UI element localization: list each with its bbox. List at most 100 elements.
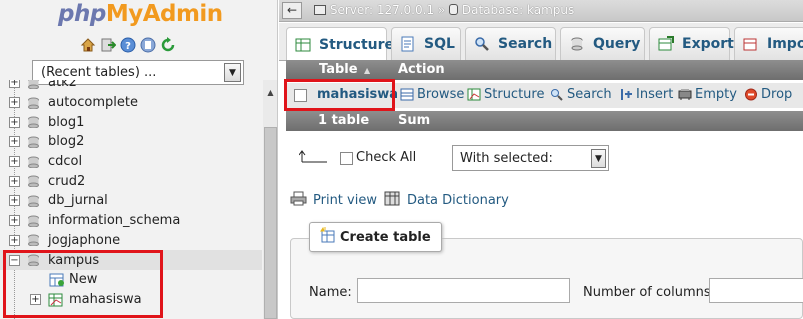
expand-icon[interactable]: + xyxy=(9,156,20,168)
tab-search[interactable]: Search xyxy=(465,27,556,60)
expand-icon[interactable]: + xyxy=(9,80,20,89)
database-icon xyxy=(27,215,40,228)
expand-icon[interactable]: + xyxy=(9,116,20,128)
db-item-information-schema[interactable]: + information_schema xyxy=(0,211,262,231)
tab-sql-label: SQL xyxy=(424,36,455,52)
expand-icon[interactable]: + xyxy=(9,97,20,109)
expand-icon[interactable]: + xyxy=(9,136,20,148)
expand-icon[interactable]: + xyxy=(9,234,20,246)
data-dictionary-link[interactable]: Data Dictionary xyxy=(384,191,509,210)
scroll-thumb[interactable] xyxy=(264,127,277,319)
print-view-link[interactable]: Print view xyxy=(290,191,377,210)
drop-icon xyxy=(744,88,758,101)
breadcrumb-database[interactable]: Database: kampus xyxy=(462,3,574,17)
sql-icon xyxy=(400,36,416,52)
sort-asc-icon[interactable]: ▲ xyxy=(364,66,370,75)
browse-icon xyxy=(400,88,414,101)
insert-label: Insert xyxy=(636,87,674,102)
search-icon xyxy=(550,88,564,101)
tab-search-label: Search xyxy=(498,36,553,52)
insert-icon xyxy=(619,88,633,101)
new-table-icon xyxy=(320,226,336,247)
column-count-input[interactable] xyxy=(709,278,803,303)
tab-export-label: Export xyxy=(682,36,734,52)
help-icon[interactable]: ? xyxy=(120,37,136,53)
tree-scrollbar[interactable]: ▲ xyxy=(263,80,277,319)
breadcrumb: ← Server: 127.0.0.1 » Database: kampus xyxy=(279,0,803,22)
empty-icon xyxy=(678,88,692,101)
scroll-up-icon[interactable]: ▲ xyxy=(263,85,277,99)
arrow-ltr-icon xyxy=(298,149,327,163)
phpmyadmin-logo[interactable]: phpMyAdmin xyxy=(58,1,223,27)
exit-icon[interactable] xyxy=(100,37,116,53)
db-label: crud2 xyxy=(48,173,86,189)
with-selected-value: With selected: xyxy=(460,151,553,166)
db-item-cdcol[interactable]: + cdcol xyxy=(0,152,262,172)
check-all-label[interactable]: Check All xyxy=(356,150,416,165)
db-item-jogjaphone[interactable]: + jogjaphone xyxy=(0,231,262,251)
browse-action[interactable]: Browse xyxy=(400,87,464,102)
db-label: atk2 xyxy=(48,80,77,91)
tab-structure-label: Structure xyxy=(319,36,395,53)
database-icon xyxy=(27,97,40,110)
db-label: blog2 xyxy=(48,134,85,150)
table-count: 1 table xyxy=(318,113,370,128)
breadcrumb-server[interactable]: Server: 127.0.0.1 xyxy=(330,3,434,17)
print-view-label: Print view xyxy=(313,193,377,208)
logo-part-php: php xyxy=(58,1,106,27)
drop-action[interactable]: Drop xyxy=(744,87,792,102)
import-icon xyxy=(743,36,759,52)
table-footer-row: 1 table Sum xyxy=(286,111,803,131)
tab-structure[interactable]: Structure xyxy=(286,27,394,61)
tab-query[interactable]: Query xyxy=(560,27,645,60)
printer-icon xyxy=(290,191,307,210)
database-icon xyxy=(27,175,40,188)
tab-export[interactable]: Export xyxy=(649,27,734,60)
header-table[interactable]: Table xyxy=(319,62,358,77)
highlight-box-mahasiswa xyxy=(284,79,395,111)
db-item-blog2[interactable]: + blog2 xyxy=(0,132,262,152)
breadcrumb-separator: » xyxy=(437,3,446,17)
search-action[interactable]: Search xyxy=(550,87,612,102)
main-panel: ← Server: 127.0.0.1 » Database: kampus S… xyxy=(279,0,803,319)
logo-part-myadmin: MyAdmin xyxy=(105,1,223,27)
breadcrumb-text: Server: 127.0.0.1 » Database: kampus xyxy=(314,3,574,17)
empty-label: Empty xyxy=(695,87,737,102)
server-icon xyxy=(314,5,326,15)
expand-icon[interactable]: + xyxy=(9,195,20,207)
export-icon xyxy=(658,36,674,52)
chevron-down-icon[interactable]: ▼ xyxy=(591,149,606,168)
tab-sql[interactable]: SQL xyxy=(391,27,461,60)
db-item-db-jurnal[interactable]: + db_jurnal xyxy=(0,191,262,211)
expand-icon[interactable]: + xyxy=(9,175,20,187)
empty-action[interactable]: Empty xyxy=(678,87,737,102)
reload-icon[interactable] xyxy=(160,37,176,53)
drop-label: Drop xyxy=(761,87,793,102)
db-item-atk2[interactable]: + atk2 xyxy=(0,80,262,93)
structure-icon xyxy=(295,37,311,53)
tab-import[interactable]: Impo xyxy=(734,27,803,60)
sum-label: Sum xyxy=(398,113,431,128)
create-table-title: Create table xyxy=(340,229,431,245)
insert-action[interactable]: Insert xyxy=(619,87,673,102)
home-icon[interactable] xyxy=(80,37,96,53)
db-item-blog1[interactable]: + blog1 xyxy=(0,112,262,132)
browse-label: Browse xyxy=(417,87,465,102)
check-all-checkbox[interactable] xyxy=(340,152,353,165)
db-item-crud2[interactable]: + crud2 xyxy=(0,171,262,191)
query-icon xyxy=(569,36,585,52)
nav-icon-row: ? xyxy=(80,37,176,53)
search-label: Search xyxy=(567,87,612,102)
with-selected-select[interactable]: With selected: ▼ xyxy=(452,145,609,171)
table-name-input[interactable] xyxy=(357,278,570,303)
database-icon xyxy=(27,156,40,169)
bulk-actions: Check All With selected: ▼ xyxy=(298,145,699,171)
db-label: cdcol xyxy=(48,154,83,170)
structure-action[interactable]: Structure xyxy=(467,87,544,102)
db-item-autocomplete[interactable]: + autocomplete xyxy=(0,93,262,113)
table-name-label: Name: xyxy=(309,285,352,300)
docs-icon[interactable] xyxy=(140,37,156,53)
table-header-row: Table ▲ Action xyxy=(286,60,803,80)
back-arrow-icon[interactable]: ← xyxy=(282,2,302,19)
expand-icon[interactable]: + xyxy=(9,215,20,227)
